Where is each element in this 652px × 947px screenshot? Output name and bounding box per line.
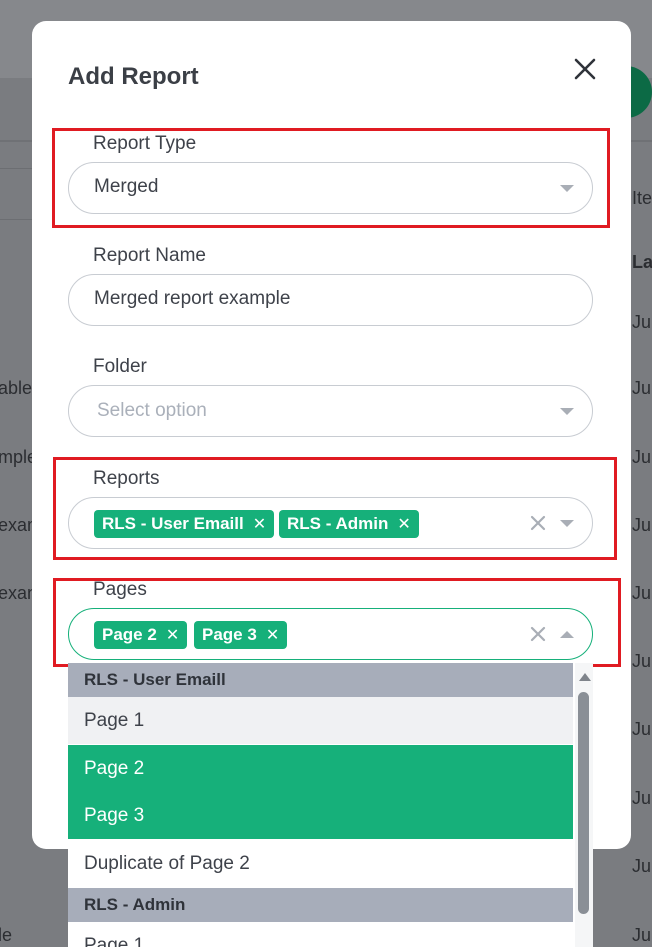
background-row-text: able (0, 378, 33, 398)
background-column-header: Ite (632, 188, 652, 208)
report-type-label: Report Type (93, 133, 197, 154)
background-cell: Jul (632, 515, 652, 535)
report-tag[interactable]: RLS - User Emaill ✕ (94, 510, 275, 538)
report-tag-label: RLS - Admin (287, 514, 389, 533)
background-cell: Jul (632, 583, 652, 603)
page-tag-label: Page 3 (202, 625, 257, 644)
page-tag[interactable]: Page 3 ✕ (194, 621, 288, 649)
remove-tag-icon[interactable]: ✕ (253, 514, 266, 534)
background-cell: Jul (632, 651, 652, 671)
dropdown-option[interactable]: Duplicate of Page 2 (68, 840, 573, 887)
background-row-text: le (0, 925, 13, 945)
folder-label: Folder (93, 356, 147, 377)
reports-label: Reports (93, 468, 160, 489)
report-name-value: Merged report example (94, 288, 291, 309)
report-type-select[interactable]: Merged (68, 162, 593, 214)
report-tag[interactable]: RLS - Admin ✕ (279, 510, 419, 538)
scroll-up-icon[interactable] (579, 673, 591, 681)
dropdown-option[interactable]: Page 2 (68, 745, 573, 792)
chevron-down-icon[interactable] (560, 408, 574, 415)
background-column-header: La (632, 252, 652, 272)
reports-multiselect[interactable]: RLS - User Emaill ✕ RLS - Admin ✕ (68, 497, 593, 549)
remove-tag-icon[interactable]: ✕ (166, 625, 179, 645)
chevron-down-icon[interactable] (560, 185, 574, 192)
chevron-up-icon[interactable] (560, 631, 574, 638)
background-cell: Jul (632, 856, 652, 876)
remove-tag-icon[interactable]: ✕ (397, 514, 410, 534)
background-cell: Jul (632, 447, 652, 467)
background-cell: Jul (632, 378, 652, 398)
dropdown-option[interactable]: Page 1 (68, 697, 573, 744)
folder-select[interactable]: Select option (68, 385, 593, 437)
report-name-label: Report Name (93, 245, 206, 266)
background-cell: Jul (632, 719, 652, 739)
background-cell: Jul (632, 312, 652, 332)
close-icon[interactable] (570, 54, 600, 84)
chevron-down-icon[interactable] (560, 520, 574, 527)
pages-label: Pages (93, 579, 147, 600)
dropdown-option[interactable]: Page 3 (68, 792, 573, 839)
dropdown-group-header: RLS - User Emaill (68, 663, 573, 697)
background-cell: Jul (632, 925, 652, 945)
modal-title: Add Report (68, 63, 199, 90)
pages-multiselect[interactable]: Page 2 ✕ Page 3 ✕ (68, 608, 593, 660)
scroll-thumb[interactable] (578, 692, 589, 914)
page-tag-label: Page 2 (102, 625, 157, 644)
background-cell: Jul (632, 788, 652, 808)
pages-dropdown: RLS - User Emaill Page 1 Page 2 Page 3 D… (68, 663, 593, 947)
report-tag-label: RLS - User Emaill (102, 514, 244, 533)
page-tag[interactable]: Page 2 ✕ (94, 621, 188, 649)
report-name-input[interactable]: Merged report example (68, 274, 593, 326)
report-type-value: Merged (94, 176, 159, 197)
remove-tag-icon[interactable]: ✕ (266, 625, 279, 645)
dropdown-option[interactable]: Page 1 (68, 922, 573, 947)
dropdown-scrollbar[interactable] (575, 663, 593, 947)
dropdown-group-header: RLS - Admin (68, 888, 573, 922)
clear-icon[interactable] (529, 514, 547, 532)
folder-placeholder: Select option (97, 400, 207, 421)
clear-icon[interactable] (529, 625, 547, 643)
